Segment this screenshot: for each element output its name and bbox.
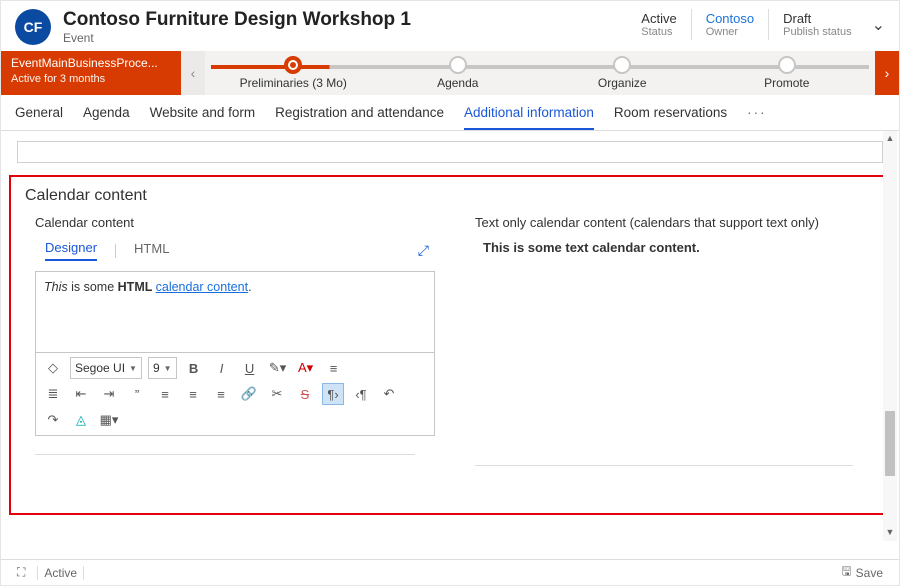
bpf-flag[interactable]: EventMainBusinessProce... Active for 3 m… xyxy=(1,51,181,95)
stage-dot-icon xyxy=(778,56,796,74)
bpf-stage-agenda[interactable]: Agenda xyxy=(376,51,541,95)
font-name-value: Segoe UI xyxy=(75,361,125,375)
bpf-next-arrow[interactable]: › xyxy=(875,51,899,95)
editor-canvas[interactable]: This is some HTML calendar content. xyxy=(36,272,434,352)
save-label: Save xyxy=(856,566,883,580)
tab-room-reservations[interactable]: Room reservations xyxy=(614,105,727,130)
numbered-list-icon[interactable]: ≣ xyxy=(42,383,64,405)
entity-type: Event xyxy=(63,31,411,45)
align-left-icon[interactable]: ≡ xyxy=(154,383,176,405)
tab-registration[interactable]: Registration and attendance xyxy=(275,105,444,130)
quote-icon[interactable]: ” xyxy=(126,383,148,405)
bpf-stage-promote[interactable]: Promote xyxy=(705,51,870,95)
editor-text: is some xyxy=(71,280,118,294)
footer-bar: ⛶ Active 🖫 Save xyxy=(1,559,899,585)
highlight-icon[interactable]: ✎▾ xyxy=(267,357,289,379)
rich-text-editor: This is some HTML calendar content. ◇ Se… xyxy=(35,271,435,436)
status-label: Status xyxy=(641,26,676,38)
separator xyxy=(115,244,116,258)
collapsed-section xyxy=(17,141,883,163)
text-only-content[interactable]: This is some text calendar content. xyxy=(475,240,873,255)
avatar: CF xyxy=(15,9,51,45)
scroll-thumb[interactable] xyxy=(885,411,895,476)
align-center-icon[interactable]: ≡ xyxy=(182,383,204,405)
scroll-up-icon[interactable]: ▲ xyxy=(885,133,895,145)
editor-text: HTML xyxy=(118,280,156,294)
indent-icon[interactable]: ⇥ xyxy=(98,383,120,405)
publish-label: Publish status xyxy=(783,26,851,38)
status-value: Active xyxy=(641,11,676,26)
owner-label: Owner xyxy=(706,26,754,38)
stage-label: Promote xyxy=(764,76,809,90)
business-process-flow: EventMainBusinessProce... Active for 3 m… xyxy=(1,51,899,95)
divider xyxy=(35,454,415,455)
stage-label: Organize xyxy=(598,76,647,90)
bpf-name: EventMainBusinessProce... xyxy=(11,56,171,72)
font-color-icon[interactable]: A▾ xyxy=(295,357,317,379)
stage-label: Preliminaries (3 Mo) xyxy=(240,76,347,90)
tab-general[interactable]: General xyxy=(15,105,63,130)
editor-toolbar: ◇ Segoe UI▼ 9▼ B I U ✎▾ A▾ ≡ xyxy=(36,352,434,435)
separator xyxy=(83,566,84,580)
tab-additional-info[interactable]: Additional information xyxy=(464,105,594,130)
paint-icon[interactable]: ◬ xyxy=(70,409,92,431)
underline-icon[interactable]: U xyxy=(239,357,261,379)
chevron-down-icon[interactable]: ⌄ xyxy=(872,15,885,35)
scroll-down-icon[interactable]: ▼ xyxy=(885,527,895,539)
font-family-select[interactable]: Segoe UI▼ xyxy=(70,357,142,379)
table-icon[interactable]: ▦▾ xyxy=(98,409,120,431)
stage-dot-icon xyxy=(284,56,302,74)
strike-icon[interactable]: S xyxy=(294,383,316,405)
editor-text: . xyxy=(248,280,251,294)
bpf-duration: Active for 3 months xyxy=(11,72,171,86)
expand-icon[interactable]: ⤢ xyxy=(418,242,429,259)
bpf-prev-arrow[interactable]: ‹ xyxy=(181,51,205,95)
bpf-stage-organize[interactable]: Organize xyxy=(540,51,705,95)
ltr-icon[interactable]: ¶› xyxy=(322,383,344,405)
bold-icon[interactable]: B xyxy=(183,357,205,379)
form-tabs: General Agenda Website and form Registra… xyxy=(1,95,899,131)
stage-dot-icon xyxy=(449,56,467,74)
footer-status: Active xyxy=(44,566,77,580)
italic-icon[interactable]: I xyxy=(211,357,233,379)
divider xyxy=(475,465,853,466)
stage-dot-icon xyxy=(613,56,631,74)
bpf-stage-preliminaries[interactable]: Preliminaries (3 Mo) xyxy=(211,51,376,95)
owner-link[interactable]: Contoso xyxy=(706,11,754,26)
undo-icon[interactable]: ↶ xyxy=(378,383,400,405)
font-size-select[interactable]: 9▼ xyxy=(148,357,177,379)
save-button[interactable]: 🖫 Save xyxy=(835,562,889,583)
section-title: Calendar content xyxy=(25,187,873,205)
unlink-icon[interactable]: ✂ xyxy=(266,383,288,405)
font-size-value: 9 xyxy=(153,361,160,375)
link-icon[interactable]: 🔗 xyxy=(238,383,260,405)
vertical-scrollbar[interactable]: ▲ ▼ xyxy=(883,131,897,541)
publish-value: Draft xyxy=(783,11,851,26)
tab-more[interactable]: ··· xyxy=(747,105,767,130)
save-icon: 🖫 xyxy=(841,562,851,583)
subtab-designer[interactable]: Designer xyxy=(45,240,97,261)
tab-website[interactable]: Website and form xyxy=(150,105,256,130)
tab-agenda[interactable]: Agenda xyxy=(83,105,130,130)
subtab-html[interactable]: HTML xyxy=(134,241,169,260)
editor-link[interactable]: calendar content xyxy=(156,280,248,294)
align-right-icon[interactable]: ≡ xyxy=(210,383,232,405)
page-title: Contoso Furniture Design Workshop 1 xyxy=(63,9,411,31)
separator xyxy=(37,566,38,580)
clear-format-icon[interactable]: ◇ xyxy=(42,357,64,379)
outdent-icon[interactable]: ⇤ xyxy=(70,383,92,405)
bullets-icon[interactable]: ≡ xyxy=(323,357,345,379)
form-header: CF Contoso Furniture Design Workshop 1 E… xyxy=(1,1,899,51)
footer-expand-icon[interactable]: ⛶ xyxy=(11,565,31,580)
field-label-html: Calendar content xyxy=(25,215,435,230)
rtl-icon[interactable]: ‹¶ xyxy=(350,383,372,405)
editor-text: This xyxy=(44,280,68,294)
redo-icon[interactable]: ↷ xyxy=(42,409,64,431)
calendar-content-section: Calendar content Calendar content Design… xyxy=(9,175,889,515)
stage-label: Agenda xyxy=(437,76,478,90)
field-label-text: Text only calendar content (calendars th… xyxy=(475,215,873,230)
